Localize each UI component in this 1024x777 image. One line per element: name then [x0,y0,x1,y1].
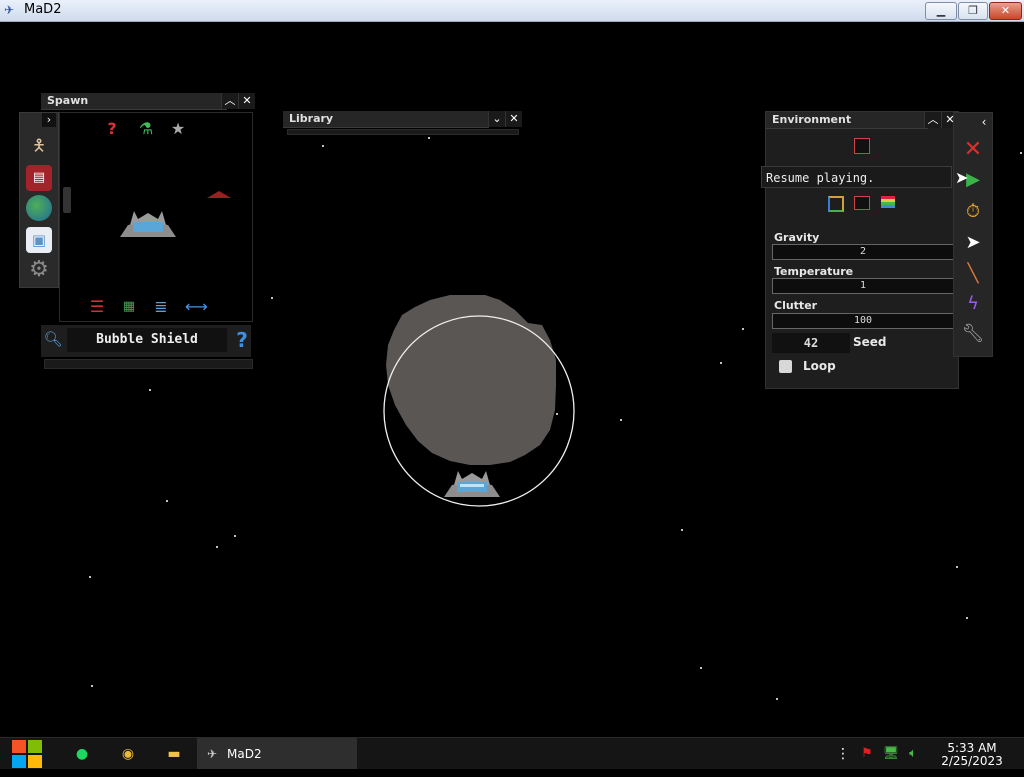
tools-sidebar: ‹ ✕ ▶ ⏱ ➤ ╲ ϟ 🔧︎ [953,112,993,357]
env-collapse-icon[interactable]: ︿ [924,112,941,128]
taskbar-app-label: MaD2 [227,747,262,761]
list-icon[interactable]: ≣ [151,297,171,317]
preset-window-icon[interactable] [854,138,870,154]
cursor-icon[interactable]: ➤ [958,230,988,256]
folder-icon[interactable]: ▬ [162,742,186,766]
stopwatch-icon[interactable]: ⏱ [958,199,988,225]
planet-body [386,295,556,465]
planet-scene [383,295,575,507]
seed-input[interactable]: 42 [772,333,850,353]
grid-icon[interactable]: ▦ [119,297,139,317]
clock-date[interactable]: 2/25/2023 [932,754,1012,768]
scroll-handle[interactable] [63,187,71,213]
gravity-input[interactable]: 2 [772,244,954,260]
selected-spawn-name[interactable]: Bubble Shield [67,328,227,352]
volume-icon[interactable]: 🔈︎ [904,742,922,766]
seed-label: Seed [853,335,887,349]
library-panel-title: Library [283,111,489,128]
spawn-item-bubble-shield[interactable] [118,205,178,241]
maximize-button[interactable]: ❐ [958,2,988,20]
overflow-icon[interactable]: ⋮ [836,742,850,766]
library-body [287,129,519,135]
search-icon[interactable]: 🔍︎ [43,330,63,350]
preset-frame-icon[interactable] [828,196,844,212]
flag-icon[interactable]: ⚑ [858,742,876,766]
environment-panel: Environment ︿ ✕ Gravity 2 Temperature 1 … [765,111,959,389]
minimize-button[interactable]: ▁ [925,2,957,20]
spawn-close-icon[interactable]: ✕ [238,93,255,109]
mouse-cursor-icon: ➤ [955,168,969,187]
spawn-sidebar: › 🯅 ▤ ▣ ⚙ [19,112,59,288]
clutter-input[interactable]: 100 [772,313,954,329]
lightning-icon[interactable]: ϟ [958,291,988,317]
taskbar: ● ◉ ▬ ✈ MaD2 ⋮ ⚑ 🖥︎ 🔈︎ 5:33 AM 2/25/2023 [0,737,1024,769]
flask-icon[interactable]: ⚗ [136,119,156,139]
spawn-item-red-shape[interactable] [205,189,233,199]
star-icon[interactable]: ★ [168,119,188,139]
ship-icon [444,471,500,497]
window-title: MaD2 [24,2,62,17]
gear-icon[interactable]: ⚙ [26,257,52,283]
tools-collapse-chevron-icon[interactable]: ‹ [978,115,990,129]
window-titlebar: ✈ MaD2 ▁ ❐ ✕ [0,0,1024,22]
library-panel: Library ⌄ ✕ [283,111,522,135]
expand-chevron-icon[interactable]: › [42,113,56,127]
globe-icon[interactable] [26,195,52,221]
library-close-icon[interactable]: ✕ [505,111,522,127]
sliders-icon[interactable]: ☰ [87,297,107,317]
clock-time[interactable]: 5:33 AM [932,741,1012,755]
clutter-label: Clutter [774,299,818,312]
gravity-label: Gravity [774,231,820,244]
loop-checkbox[interactable] [779,360,792,373]
knife-icon[interactable]: ╲ [958,261,988,287]
windows-logo-icon [12,740,42,768]
library-dropdown-icon[interactable]: ⌄ [488,111,505,127]
spawn-grid: ? ⚗ ★ ☰ ▦ ≣ ⟷ [59,112,253,322]
help-icon[interactable]: ? [102,119,122,139]
tooltip: Resume playing. [761,166,952,188]
environment-panel-title: Environment [766,112,928,129]
spawn-search-bar: 🔍︎ Bubble Shield ? [41,325,251,357]
floppy-icon[interactable]: ▣ [26,227,52,253]
collapse-chevron-icon[interactable]: ︿ [221,93,238,109]
help-question-icon[interactable]: ? [233,328,251,352]
taskbar-app-mad2[interactable]: ✈ MaD2 [197,738,357,769]
mad2-app-icon: ✈ [207,747,218,761]
book-icon[interactable]: ▤ [26,165,52,191]
spawn-footer [44,359,253,369]
wrench-icon[interactable]: 🔧︎ [958,321,988,347]
spotify-icon[interactable]: ● [70,742,94,766]
start-button[interactable] [10,738,44,769]
loop-label: Loop [803,359,836,373]
close-icon[interactable]: ✕ [958,137,988,163]
spawn-panel-header: Spawn ︿ ✕ [41,93,255,111]
spawn-panel-title: Spawn [41,93,227,110]
swap-icon[interactable]: ⟷ [185,297,208,317]
preset-stripes-icon[interactable] [881,196,895,208]
temperature-label: Temperature [774,265,854,278]
app-icon: ✈ [4,3,15,17]
humanoid-icon[interactable]: 🯅 [26,133,52,159]
network-icon[interactable]: 🖥︎ [882,742,900,766]
close-button[interactable]: ✕ [989,2,1022,20]
chrome-icon[interactable]: ◉ [116,742,140,766]
preset-red-frame-icon[interactable] [854,196,870,210]
temperature-input[interactable]: 1 [772,278,954,294]
